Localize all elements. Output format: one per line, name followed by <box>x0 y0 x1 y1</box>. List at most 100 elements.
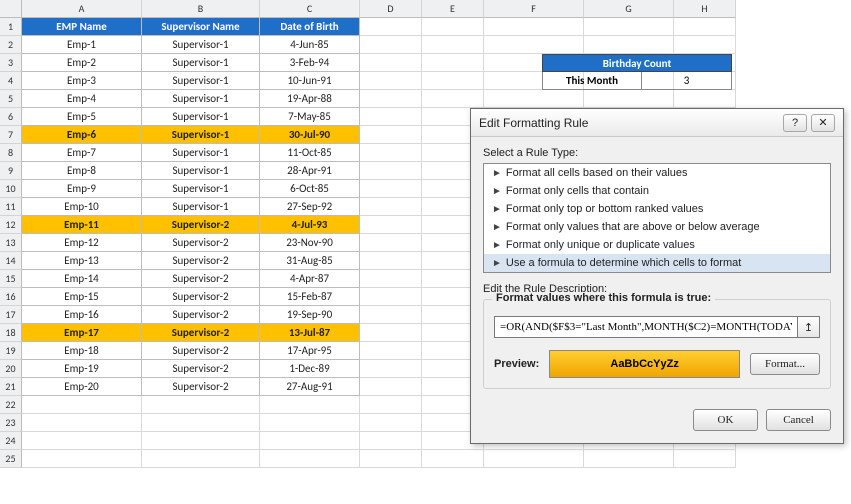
empty-cell[interactable] <box>142 432 260 450</box>
empty-cell[interactable] <box>422 36 484 54</box>
empty-cell[interactable] <box>360 414 422 432</box>
empty-cell[interactable] <box>584 18 674 36</box>
emp-name-cell[interactable]: Emp-1 <box>22 36 142 54</box>
row-header[interactable]: 8 <box>0 144 22 162</box>
empty-cell[interactable] <box>360 144 422 162</box>
empty-cell[interactable] <box>360 360 422 378</box>
dob-cell[interactable]: 3-Feb-94 <box>260 54 360 72</box>
row-header[interactable]: 21 <box>0 378 22 396</box>
row-header[interactable]: 16 <box>0 288 22 306</box>
supervisor-name-header[interactable]: Supervisor Name <box>142 18 260 36</box>
dob-cell[interactable]: 19-Sep-90 <box>260 306 360 324</box>
row-header[interactable]: 15 <box>0 270 22 288</box>
empty-cell[interactable] <box>422 90 484 108</box>
supervisor-cell[interactable]: Supervisor-2 <box>142 360 260 378</box>
column-header[interactable]: C <box>260 0 360 18</box>
supervisor-cell[interactable]: Supervisor-2 <box>142 234 260 252</box>
emp-name-header[interactable]: EMP Name <box>22 18 142 36</box>
row-header[interactable]: 10 <box>0 180 22 198</box>
empty-cell[interactable] <box>360 162 422 180</box>
row-header[interactable]: 25 <box>0 450 22 468</box>
empty-cell[interactable] <box>360 306 422 324</box>
close-button[interactable]: ✕ <box>811 114 835 132</box>
empty-cell[interactable] <box>422 18 484 36</box>
row-header[interactable]: 13 <box>0 234 22 252</box>
help-button[interactable]: ? <box>783 114 807 132</box>
rule-type-item[interactable]: ►Format only top or bottom ranked values <box>484 200 830 218</box>
emp-name-cell[interactable]: Emp-14 <box>22 270 142 288</box>
row-header[interactable]: 4 <box>0 72 22 90</box>
dob-cell[interactable]: 28-Apr-91 <box>260 162 360 180</box>
dob-cell[interactable]: 15-Feb-87 <box>260 288 360 306</box>
row-header[interactable]: 22 <box>0 396 22 414</box>
birthday-value-cell[interactable]: 3 <box>642 72 732 90</box>
dob-cell[interactable]: 27-Sep-92 <box>260 198 360 216</box>
row-header[interactable]: 1 <box>0 18 22 36</box>
empty-cell[interactable] <box>360 216 422 234</box>
column-header[interactable]: A <box>22 0 142 18</box>
empty-cell[interactable] <box>260 432 360 450</box>
empty-cell[interactable] <box>360 180 422 198</box>
empty-cell[interactable] <box>360 126 422 144</box>
emp-name-cell[interactable]: Emp-15 <box>22 288 142 306</box>
emp-name-cell[interactable]: Emp-13 <box>22 252 142 270</box>
supervisor-cell[interactable]: Supervisor-1 <box>142 180 260 198</box>
row-header[interactable]: 6 <box>0 108 22 126</box>
empty-cell[interactable] <box>360 90 422 108</box>
empty-cell[interactable] <box>360 342 422 360</box>
empty-cell[interactable] <box>360 378 422 396</box>
dob-cell[interactable]: 11-Oct-85 <box>260 144 360 162</box>
dob-cell[interactable]: 19-Apr-88 <box>260 90 360 108</box>
empty-cell[interactable] <box>360 18 422 36</box>
empty-cell[interactable] <box>360 432 422 450</box>
dob-cell[interactable]: 4-Jun-85 <box>260 36 360 54</box>
dob-cell[interactable]: 1-Dec-89 <box>260 360 360 378</box>
emp-name-cell[interactable]: Emp-16 <box>22 306 142 324</box>
column-header[interactable]: H <box>674 0 736 18</box>
dialog-titlebar[interactable]: Edit Formatting Rule ? ✕ <box>471 109 843 137</box>
empty-cell[interactable] <box>360 54 422 72</box>
emp-name-cell[interactable]: Emp-11 <box>22 216 142 234</box>
empty-cell[interactable] <box>260 414 360 432</box>
emp-name-cell[interactable]: Emp-4 <box>22 90 142 108</box>
row-header[interactable]: 18 <box>0 324 22 342</box>
row-header[interactable]: 24 <box>0 432 22 450</box>
supervisor-cell[interactable]: Supervisor-2 <box>142 378 260 396</box>
empty-cell[interactable] <box>422 54 484 72</box>
dob-cell[interactable]: 23-Nov-90 <box>260 234 360 252</box>
empty-cell[interactable] <box>22 432 142 450</box>
dob-cell[interactable]: 7-May-85 <box>260 108 360 126</box>
format-button[interactable]: Format... <box>750 353 820 375</box>
rule-type-item[interactable]: ►Use a formula to determine which cells … <box>484 254 830 272</box>
empty-cell[interactable] <box>674 36 736 54</box>
supervisor-cell[interactable]: Supervisor-2 <box>142 288 260 306</box>
empty-cell[interactable] <box>584 36 674 54</box>
supervisor-cell[interactable]: Supervisor-1 <box>142 126 260 144</box>
empty-cell[interactable] <box>142 396 260 414</box>
empty-cell[interactable] <box>484 36 584 54</box>
supervisor-cell[interactable]: Supervisor-1 <box>142 72 260 90</box>
dob-cell[interactable]: 31-Aug-85 <box>260 252 360 270</box>
dob-cell[interactable]: 30-Jul-90 <box>260 126 360 144</box>
emp-name-cell[interactable]: Emp-3 <box>22 72 142 90</box>
rule-type-list[interactable]: ►Format all cells based on their values►… <box>483 163 831 273</box>
empty-cell[interactable] <box>260 450 360 468</box>
empty-cell[interactable] <box>674 450 736 468</box>
empty-cell[interactable] <box>360 198 422 216</box>
supervisor-cell[interactable]: Supervisor-2 <box>142 324 260 342</box>
supervisor-cell[interactable]: Supervisor-1 <box>142 54 260 72</box>
empty-cell[interactable] <box>22 396 142 414</box>
birthday-label-cell[interactable]: This Month <box>542 72 642 90</box>
empty-cell[interactable] <box>584 450 674 468</box>
empty-cell[interactable] <box>360 270 422 288</box>
empty-cell[interactable] <box>360 396 422 414</box>
column-header[interactable]: F <box>484 0 584 18</box>
supervisor-cell[interactable]: Supervisor-2 <box>142 270 260 288</box>
collapse-dialog-button[interactable]: ↥ <box>798 316 820 338</box>
empty-cell[interactable] <box>674 90 736 108</box>
empty-cell[interactable] <box>360 450 422 468</box>
row-header[interactable]: 23 <box>0 414 22 432</box>
column-header[interactable]: E <box>422 0 484 18</box>
emp-name-cell[interactable]: Emp-20 <box>22 378 142 396</box>
emp-name-cell[interactable]: Emp-12 <box>22 234 142 252</box>
